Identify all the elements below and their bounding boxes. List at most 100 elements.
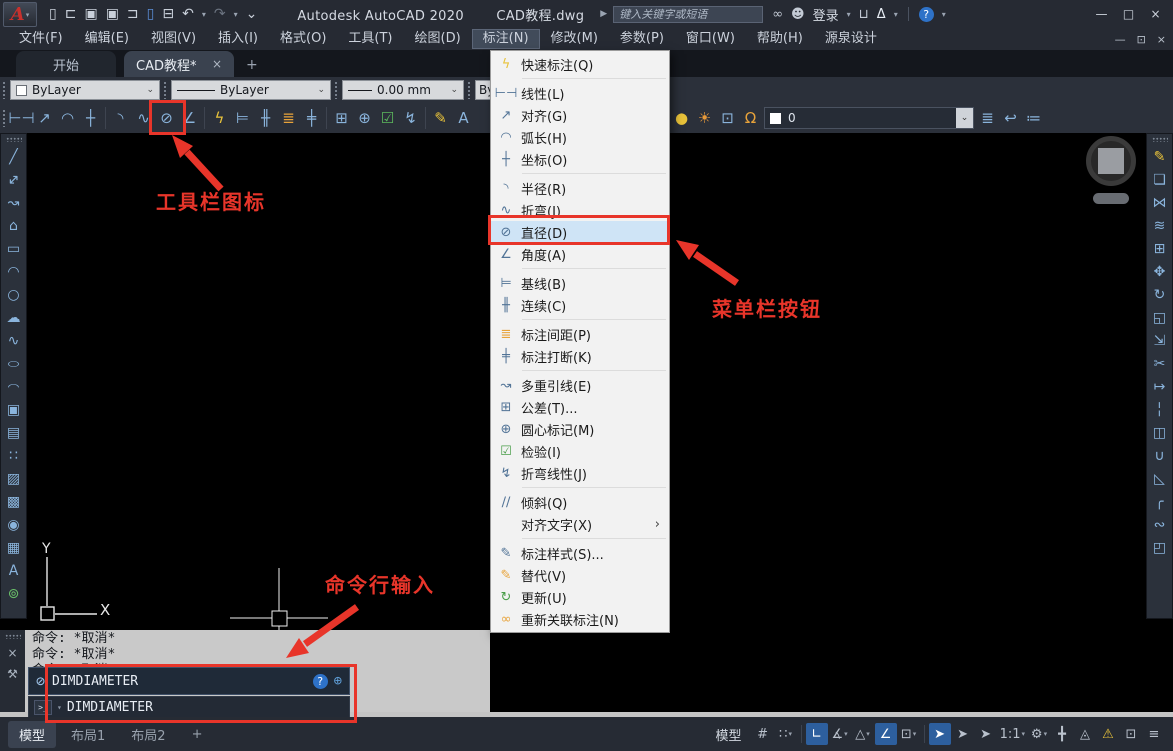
user-icon[interactable]: ☻ [791, 7, 805, 22]
menu-item-inspection[interactable]: ☑检验(I) [491, 440, 669, 462]
polar-tracking-icon[interactable]: ∡▾ [829, 723, 851, 745]
doc-minimize-button[interactable]: — [1115, 33, 1126, 46]
layer-dropdown[interactable]: 0 ⌄ [764, 107, 974, 129]
tab-document[interactable]: CAD教程* × [124, 51, 234, 77]
command-input[interactable]: >_ ▾ DIMDIAMETER [28, 696, 350, 719]
redo-dropdown-icon[interactable]: ▾ [234, 10, 238, 19]
close-button[interactable]: × [1142, 7, 1169, 21]
layer-lock-icon[interactable]: Ω [739, 105, 762, 131]
copy-icon[interactable]: ❏ [1149, 169, 1171, 191]
layer-states-icon[interactable]: ≔ [1022, 105, 1045, 131]
menu-item-angular[interactable]: ∠角度(A) [491, 243, 669, 265]
trim-icon[interactable]: ✂ [1149, 353, 1171, 375]
menu-item-multileader[interactable]: ↝多重引线(E) [491, 374, 669, 396]
polygon-icon[interactable]: ⌂ [3, 215, 25, 237]
menu-item-oblique[interactable]: ∕∕倾斜(Q) [491, 491, 669, 513]
menubar-item-yuanquan[interactable]: 源泉设计 [814, 29, 888, 49]
command-help-icon[interactable]: ? [313, 674, 328, 689]
join-icon[interactable]: ∪ [1149, 445, 1171, 467]
menubar-item-file[interactable]: 文件(F) [8, 29, 74, 49]
move-icon[interactable]: ✥ [1149, 261, 1171, 283]
doc-close-button[interactable]: × [1157, 33, 1166, 46]
undo-icon[interactable]: ↶ [182, 6, 194, 22]
status-menu-icon[interactable]: ≡ [1143, 723, 1165, 745]
radius-dimension-icon[interactable]: ◝ [109, 105, 132, 131]
menubar-item-draw[interactable]: 绘图(D) [404, 29, 472, 49]
viewcube-ring[interactable] [1086, 136, 1136, 186]
explode-icon[interactable]: ◰ [1149, 537, 1171, 559]
snap-mode-icon[interactable]: ∷▾ [775, 723, 797, 745]
mirror-icon[interactable]: ⋈ [1149, 192, 1171, 214]
snap-cursor-icon[interactable]: ➤ [929, 723, 951, 745]
point-icon[interactable]: ∷ [3, 445, 25, 467]
command-close-icon[interactable]: × [7, 646, 17, 660]
tolerance-icon[interactable]: ⊞ [330, 105, 353, 131]
dimension-break-icon[interactable]: ╪ [300, 105, 323, 131]
arc-length-dimension-icon[interactable]: ◠ [56, 105, 79, 131]
annotation-scale-label[interactable]: 1:1▾ [998, 723, 1027, 745]
undo-dropdown-icon[interactable]: ▾ [202, 10, 206, 19]
isodraft-icon[interactable]: △▾ [852, 723, 874, 745]
menu-item-linear[interactable]: ⊢⊣线性(L) [491, 82, 669, 104]
ellipse-arc-icon[interactable]: ◠ [3, 380, 25, 393]
command-customize-icon[interactable]: ⚒ [7, 667, 18, 681]
menu-item-jogged[interactable]: ∿折弯(J) [491, 199, 669, 221]
save-icon[interactable]: ▣ [84, 6, 97, 22]
menubar-item-parametric[interactable]: 参数(P) [609, 29, 675, 49]
menu-item-tolerance[interactable]: ⊞公差(T)... [491, 396, 669, 418]
inspection-icon[interactable]: ☑ [376, 105, 399, 131]
menubar-item-edit[interactable]: 编辑(E) [74, 29, 140, 49]
toolbar-grip[interactable] [2, 109, 7, 127]
quick-dimension-icon[interactable]: ϟ [208, 105, 231, 131]
dimension-edit-icon[interactable]: ✎ [429, 105, 452, 131]
menubar-item-modify[interactable]: 修改(M) [540, 29, 609, 49]
toolbar-grip[interactable] [6, 137, 22, 142]
signin-button[interactable]: 登录 [813, 5, 839, 24]
model-tab[interactable]: 模型 [8, 721, 56, 748]
save-as-icon[interactable]: ▣ [106, 6, 119, 22]
new-tab-button[interactable]: + [246, 57, 258, 73]
menubar-item-format[interactable]: 格式(O) [269, 29, 337, 49]
diameter-dimension-icon[interactable]: ⊘ [155, 105, 178, 131]
palette-grip[interactable] [5, 634, 21, 639]
layout1-tab[interactable]: 布局1 [60, 721, 116, 748]
offset-icon[interactable]: ≋ [1149, 215, 1171, 237]
redo-icon[interactable]: ↷ [214, 6, 226, 22]
rotate-icon[interactable]: ↻ [1149, 284, 1171, 306]
menu-item-center-mark[interactable]: ⊕圆心标记(M) [491, 418, 669, 440]
rectangle-icon[interactable]: ▭ [3, 238, 25, 260]
color-dropdown[interactable]: ByLayer ⌄ [10, 80, 160, 100]
menubar-item-window[interactable]: 窗口(W) [675, 29, 746, 49]
circle-icon[interactable]: ○ [3, 284, 25, 306]
autocad-logo-icon[interactable]: A▾ [3, 2, 37, 27]
close-tab-icon[interactable]: × [212, 57, 222, 71]
tab-start[interactable]: 开始 [16, 51, 116, 77]
table-icon[interactable]: ▦ [3, 537, 25, 559]
internet-search-icon[interactable]: ⊕ [334, 673, 342, 689]
hatch-icon[interactable]: ▨ [3, 468, 25, 490]
gradient-icon[interactable]: ▩ [3, 491, 25, 513]
menu-item-arc-length[interactable]: ◠弧长(H) [491, 126, 669, 148]
toolbar-grip[interactable] [1152, 137, 1168, 142]
menu-item-dimension-style[interactable]: ✎标注样式(S)... [491, 542, 669, 564]
dropdown-caret-icon[interactable]: ▾ [844, 730, 848, 738]
layer-previous-icon[interactable]: ↩ [999, 105, 1022, 131]
layer-freeze-icon[interactable]: ☀ [693, 105, 716, 131]
search-input[interactable] [613, 6, 763, 23]
doc-restore-button[interactable]: ⊡ [1137, 33, 1146, 46]
menubar-item-view[interactable]: 视图(V) [140, 29, 207, 49]
toolbar-grip[interactable] [163, 81, 168, 99]
menu-item-quick-dimension[interactable]: ϟ快速标注(Q) [491, 53, 669, 75]
menu-item-update[interactable]: ↻更新(U) [491, 586, 669, 608]
menu-item-aligned[interactable]: ↗对齐(G) [491, 104, 669, 126]
extend-icon[interactable]: ↦ [1149, 376, 1171, 398]
mobile-app-icon[interactable]: ▯ [147, 6, 155, 22]
signin-dropdown-icon[interactable]: ▾ [847, 10, 851, 19]
ellipse-icon[interactable]: ○ [3, 358, 25, 370]
point-style-icon[interactable]: ⊚ [3, 583, 25, 605]
recent-commands-icon[interactable]: ▾ [57, 703, 62, 712]
help-icon[interactable]: ? [919, 7, 934, 22]
menubar-item-tools[interactable]: 工具(T) [337, 29, 403, 49]
jogged-dimension-icon[interactable]: ∿ [132, 105, 155, 131]
menu-item-align-text[interactable]: 对齐文字(X)› [491, 513, 669, 535]
